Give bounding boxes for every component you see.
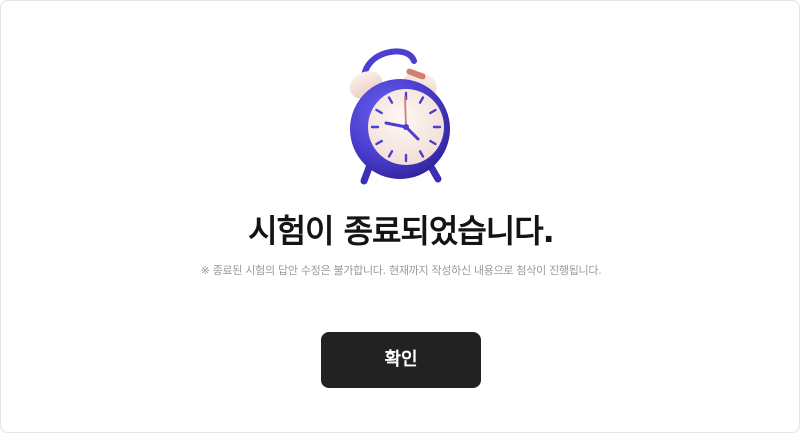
confirm-button[interactable]: 확인 [321, 332, 481, 388]
alarm-clock-icon [342, 45, 462, 187]
dialog-notice: ※ 종료된 시험의 답안 수정은 불가합니다. 현재까지 작성하신 내용으로 첨… [200, 264, 602, 277]
exam-ended-dialog: 시험이 종료되었습니다. ※ 종료된 시험의 답안 수정은 불가합니다. 현재까… [0, 0, 800, 433]
dialog-title: 시험이 종료되었습니다. [248, 212, 555, 250]
